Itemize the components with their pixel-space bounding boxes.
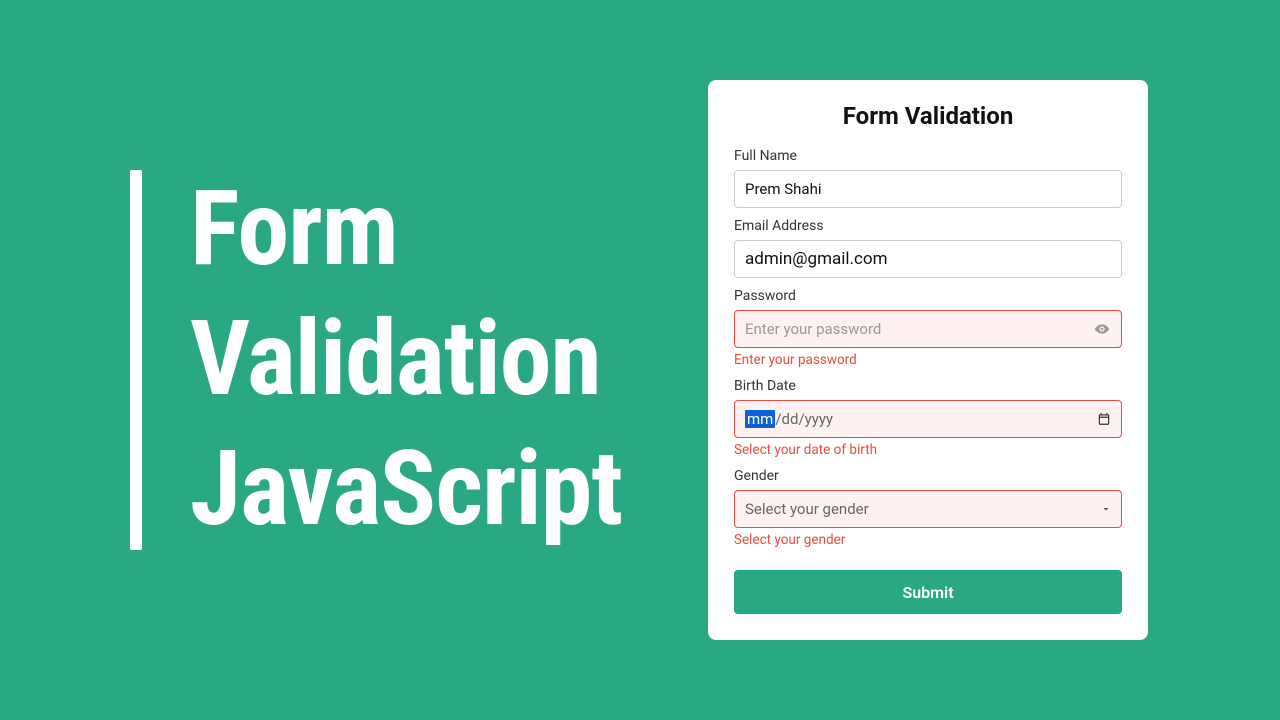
date-mm-highlighted: mm xyxy=(745,410,775,428)
email-label: Email Address xyxy=(734,218,1122,234)
fullname-input[interactable] xyxy=(734,170,1122,208)
field-password: Password Enter your password xyxy=(734,288,1122,368)
headline-line-1: Form xyxy=(190,165,622,295)
left-pane: Form Validation JavaScript xyxy=(0,165,708,555)
password-label: Password xyxy=(734,288,1122,304)
submit-button[interactable]: Submit xyxy=(734,570,1122,614)
field-email: Email Address xyxy=(734,218,1122,278)
field-birthdate: Birth Date mm/dd/yyyy Select your date o… xyxy=(734,378,1122,458)
birthdate-error: Select your date of birth xyxy=(734,442,1122,458)
headline-line-3: JavaScript xyxy=(190,425,622,555)
field-fullname: Full Name xyxy=(734,148,1122,208)
eye-icon[interactable] xyxy=(1094,321,1110,337)
birthdate-label: Birth Date xyxy=(734,378,1122,394)
birthdate-input[interactable]: mm/dd/yyyy xyxy=(734,400,1122,438)
gender-label: Gender xyxy=(734,468,1122,484)
email-input[interactable] xyxy=(734,240,1122,278)
gender-select[interactable]: Select your gender xyxy=(734,490,1122,528)
field-gender: Gender Select your gender Select your ge… xyxy=(734,468,1122,548)
accent-bar xyxy=(130,170,142,550)
calendar-icon[interactable] xyxy=(1097,412,1111,426)
password-error: Enter your password xyxy=(734,352,1122,368)
headline-line-2: Validation xyxy=(190,295,622,425)
date-placeholder: mm/dd/yyyy xyxy=(745,410,833,428)
headline: Form Validation JavaScript xyxy=(190,165,622,555)
form-card: Form Validation Full Name Email Address … xyxy=(708,80,1148,640)
fullname-label: Full Name xyxy=(734,148,1122,164)
password-input[interactable] xyxy=(734,310,1122,348)
card-title: Form Validation xyxy=(734,102,1122,130)
gender-error: Select your gender xyxy=(734,532,1122,548)
